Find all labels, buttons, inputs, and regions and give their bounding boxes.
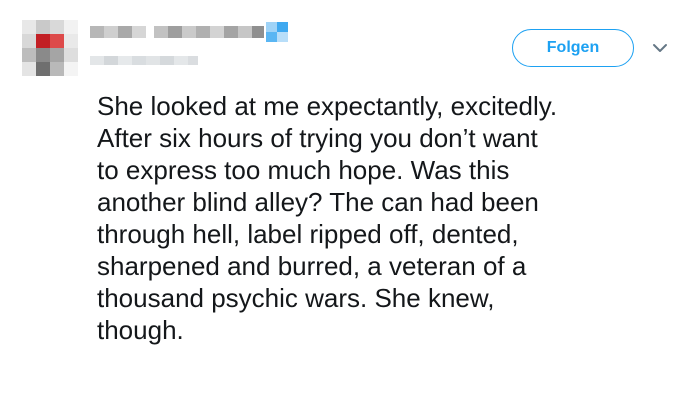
tweet-text-line: After six hours of trying you don’t want: [97, 123, 538, 153]
tweet-text-line: though.: [97, 315, 184, 345]
tweet-text-line: to express too much hope. Was this: [97, 155, 510, 185]
tweet-text-line: another blind alley? The can had been: [97, 187, 539, 217]
tweet-text-line: through hell, label ripped off, dented,: [97, 219, 519, 249]
verified-badge-icon: [266, 22, 288, 42]
avatar[interactable]: [22, 20, 78, 76]
tweet-text: She looked at me expectantly, excitedly.…: [97, 90, 677, 346]
tweet-text-line: thousand psychic wars. She knew,: [97, 283, 495, 313]
tweet-card: Folgen She looked at me expectantly, exc…: [0, 0, 700, 408]
chevron-down-icon[interactable]: [652, 42, 668, 54]
tweet-text-line: She looked at me expectantly, excitedly.: [97, 91, 558, 121]
tweet-text-line: sharpened and burred, a veteran of a: [97, 251, 527, 281]
follow-button[interactable]: Folgen: [512, 29, 634, 67]
